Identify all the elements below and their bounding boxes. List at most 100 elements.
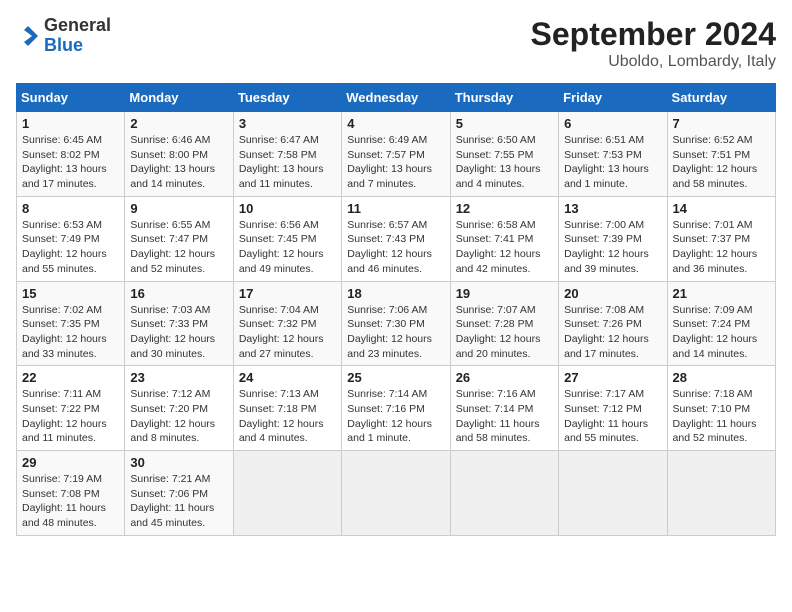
table-row: 7Sunrise: 6:52 AMSunset: 7:51 PMDaylight…	[667, 112, 775, 197]
day-info: Sunrise: 6:50 AMSunset: 7:55 PMDaylight:…	[456, 133, 553, 192]
col-friday: Friday	[559, 84, 667, 112]
calendar-week-row: 22 Sunrise: 7:11 AMSunset: 7:22 PMDayligh…	[17, 366, 776, 451]
day-number: 24	[239, 370, 336, 385]
day-number: 16	[130, 286, 227, 301]
day-number: 1	[22, 116, 119, 131]
day-number: 21	[673, 286, 770, 301]
day-info: Sunrise: 6:55 AMSunset: 7:47 PMDaylight:…	[130, 218, 227, 277]
day-info: Sunrise: 7:11 AMSunset: 7:22 PMDaylight:…	[22, 387, 119, 446]
table-row: 14 Sunrise: 7:01 AMSunset: 7:37 PMDayligh…	[667, 196, 775, 281]
table-row	[667, 451, 775, 536]
day-number: 15	[22, 286, 119, 301]
calendar-week-row: 8 Sunrise: 6:53 AMSunset: 7:49 PMDaylight…	[17, 196, 776, 281]
logo-icon	[16, 24, 40, 48]
day-info: Sunrise: 6:47 AMSunset: 7:58 PMDaylight:…	[239, 133, 336, 192]
col-wednesday: Wednesday	[342, 84, 450, 112]
table-row: 6Sunrise: 6:51 AMSunset: 7:53 PMDaylight…	[559, 112, 667, 197]
day-info: Sunrise: 7:21 AMSunset: 7:06 PMDaylight:…	[130, 472, 227, 531]
calendar-week-row: 1Sunrise: 6:45 AMSunset: 8:02 PMDaylight…	[17, 112, 776, 197]
col-thursday: Thursday	[450, 84, 558, 112]
day-number: 20	[564, 286, 661, 301]
day-number: 19	[456, 286, 553, 301]
day-info: Sunrise: 7:19 AMSunset: 7:08 PMDaylight:…	[22, 472, 119, 531]
day-info: Sunrise: 7:12 AMSunset: 7:20 PMDaylight:…	[130, 387, 227, 446]
day-info: Sunrise: 7:16 AMSunset: 7:14 PMDaylight:…	[456, 387, 553, 446]
day-number: 22	[22, 370, 119, 385]
table-row: 28Sunrise: 7:18 AMSunset: 7:10 PMDayligh…	[667, 366, 775, 451]
day-info: Sunrise: 6:51 AMSunset: 7:53 PMDaylight:…	[564, 133, 661, 192]
day-number: 14	[673, 201, 770, 216]
table-row: 22 Sunrise: 7:11 AMSunset: 7:22 PMDayligh…	[17, 366, 125, 451]
table-row: 2Sunrise: 6:46 AMSunset: 8:00 PMDaylight…	[125, 112, 233, 197]
day-number: 18	[347, 286, 444, 301]
table-row: 8 Sunrise: 6:53 AMSunset: 7:49 PMDaylight…	[17, 196, 125, 281]
table-row	[233, 451, 341, 536]
table-row: 26 Sunrise: 7:16 AMSunset: 7:14 PMDayligh…	[450, 366, 558, 451]
day-info: Sunrise: 7:00 AMSunset: 7:39 PMDaylight:…	[564, 218, 661, 277]
day-info: Sunrise: 7:04 AMSunset: 7:32 PMDaylight:…	[239, 303, 336, 362]
table-row: 9 Sunrise: 6:55 AMSunset: 7:47 PMDaylight…	[125, 196, 233, 281]
day-number: 23	[130, 370, 227, 385]
logo: General Blue	[16, 16, 111, 56]
table-row: 12 Sunrise: 6:58 AMSunset: 7:41 PMDayligh…	[450, 196, 558, 281]
col-saturday: Saturday	[667, 84, 775, 112]
day-number: 30	[130, 455, 227, 470]
title-section: September 2024 Uboldo, Lombardy, Italy	[531, 16, 776, 71]
day-number: 26	[456, 370, 553, 385]
day-info: Sunrise: 7:03 AMSunset: 7:33 PMDaylight:…	[130, 303, 227, 362]
day-info: Sunrise: 7:02 AMSunset: 7:35 PMDaylight:…	[22, 303, 119, 362]
table-row	[342, 451, 450, 536]
day-number: 29	[22, 455, 119, 470]
col-tuesday: Tuesday	[233, 84, 341, 112]
table-row: 4 Sunrise: 6:49 AMSunset: 7:57 PMDaylight…	[342, 112, 450, 197]
day-info: Sunrise: 6:49 AMSunset: 7:57 PMDaylight:…	[347, 133, 444, 192]
col-sunday: Sunday	[17, 84, 125, 112]
day-number: 12	[456, 201, 553, 216]
table-row: 18Sunrise: 7:06 AMSunset: 7:30 PMDayligh…	[342, 281, 450, 366]
day-info: Sunrise: 6:52 AMSunset: 7:51 PMDaylight:…	[673, 133, 770, 192]
table-row	[559, 451, 667, 536]
day-number: 11	[347, 201, 444, 216]
table-row: 11 Sunrise: 6:57 AMSunset: 7:43 PMDayligh…	[342, 196, 450, 281]
day-info: Sunrise: 7:09 AMSunset: 7:24 PMDaylight:…	[673, 303, 770, 362]
table-row: 30 Sunrise: 7:21 AMSunset: 7:06 PMDayligh…	[125, 451, 233, 536]
table-row: 16 Sunrise: 7:03 AMSunset: 7:33 PMDayligh…	[125, 281, 233, 366]
day-number: 13	[564, 201, 661, 216]
table-row: 29 Sunrise: 7:19 AMSunset: 7:08 PMDayligh…	[17, 451, 125, 536]
day-info: Sunrise: 7:07 AMSunset: 7:28 PMDaylight:…	[456, 303, 553, 362]
day-info: Sunrise: 6:58 AMSunset: 7:41 PMDaylight:…	[456, 218, 553, 277]
day-info: Sunrise: 7:01 AMSunset: 7:37 PMDaylight:…	[673, 218, 770, 277]
table-row: 27 Sunrise: 7:17 AMSunset: 7:12 PMDayligh…	[559, 366, 667, 451]
table-row: 17 Sunrise: 7:04 AMSunset: 7:32 PMDayligh…	[233, 281, 341, 366]
day-number: 4	[347, 116, 444, 131]
table-row: 13 Sunrise: 7:00 AMSunset: 7:39 PMDayligh…	[559, 196, 667, 281]
day-info: Sunrise: 6:57 AMSunset: 7:43 PMDaylight:…	[347, 218, 444, 277]
day-number: 8	[22, 201, 119, 216]
calendar-week-row: 15 Sunrise: 7:02 AMSunset: 7:35 PMDayligh…	[17, 281, 776, 366]
month-title: September 2024	[531, 16, 776, 53]
col-monday: Monday	[125, 84, 233, 112]
page-header: General Blue September 2024 Uboldo, Lomb…	[16, 16, 776, 71]
table-row: 15 Sunrise: 7:02 AMSunset: 7:35 PMDayligh…	[17, 281, 125, 366]
day-info: Sunrise: 6:53 AMSunset: 7:49 PMDaylight:…	[22, 218, 119, 277]
table-row: 5Sunrise: 6:50 AMSunset: 7:55 PMDaylight…	[450, 112, 558, 197]
table-row: 19 Sunrise: 7:07 AMSunset: 7:28 PMDayligh…	[450, 281, 558, 366]
logo-text: General Blue	[44, 16, 111, 56]
table-row: 3Sunrise: 6:47 AMSunset: 7:58 PMDaylight…	[233, 112, 341, 197]
day-number: 9	[130, 201, 227, 216]
table-row: 25Sunrise: 7:14 AMSunset: 7:16 PMDayligh…	[342, 366, 450, 451]
calendar: Sunday Monday Tuesday Wednesday Thursday…	[16, 83, 776, 536]
day-info: Sunrise: 7:08 AMSunset: 7:26 PMDaylight:…	[564, 303, 661, 362]
day-info: Sunrise: 7:17 AMSunset: 7:12 PMDaylight:…	[564, 387, 661, 446]
day-number: 27	[564, 370, 661, 385]
calendar-week-row: 29 Sunrise: 7:19 AMSunset: 7:08 PMDayligh…	[17, 451, 776, 536]
day-info: Sunrise: 6:56 AMSunset: 7:45 PMDaylight:…	[239, 218, 336, 277]
table-row: 21 Sunrise: 7:09 AMSunset: 7:24 PMDayligh…	[667, 281, 775, 366]
table-row: 20 Sunrise: 7:08 AMSunset: 7:26 PMDayligh…	[559, 281, 667, 366]
day-info: Sunrise: 7:13 AMSunset: 7:18 PMDaylight:…	[239, 387, 336, 446]
table-row: 1Sunrise: 6:45 AMSunset: 8:02 PMDaylight…	[17, 112, 125, 197]
calendar-header-row: Sunday Monday Tuesday Wednesday Thursday…	[17, 84, 776, 112]
day-info: Sunrise: 6:46 AMSunset: 8:00 PMDaylight:…	[130, 133, 227, 192]
table-row: 24 Sunrise: 7:13 AMSunset: 7:18 PMDayligh…	[233, 366, 341, 451]
day-number: 17	[239, 286, 336, 301]
